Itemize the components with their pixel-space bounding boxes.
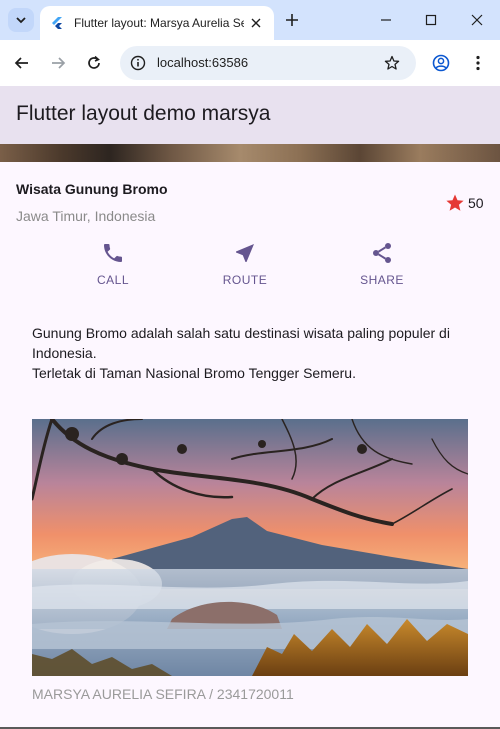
route-label: ROUTE [222, 273, 268, 287]
flutter-logo-icon [52, 17, 62, 29]
maximize-icon [425, 14, 437, 26]
bookmark-button[interactable] [382, 53, 402, 73]
more-vert-icon [476, 55, 480, 71]
address-bar[interactable]: localhost:63586 [120, 46, 416, 80]
reload-button[interactable] [84, 53, 104, 73]
profile-button[interactable] [431, 53, 451, 73]
plus-icon [286, 14, 298, 26]
info-icon [130, 55, 146, 71]
tab-close-button[interactable] [248, 15, 264, 31]
browser-tab[interactable]: Flutter layout: Marsya Aurelia Sefira [40, 6, 274, 40]
star-icon [446, 194, 464, 211]
call-button[interactable]: CALL [73, 241, 153, 287]
page-title: Flutter layout demo marsya [16, 102, 271, 125]
place-title: Wisata Gunung Bromo [16, 181, 168, 197]
chevron-down-icon [16, 17, 26, 24]
mountain-landscape-image [32, 419, 468, 676]
minimize-button[interactable] [376, 10, 396, 30]
call-label: CALL [96, 273, 130, 287]
browser-tab-bar: Flutter layout: Marsya Aurelia Sefira [0, 0, 500, 40]
minimize-icon [381, 19, 391, 21]
rating-count: 50 [468, 195, 484, 211]
caption: MARSYA AURELIA SEFIRA / 2341720011 [32, 686, 294, 702]
menu-button[interactable] [468, 53, 488, 73]
share-label: SHARE [360, 273, 404, 287]
account-icon [432, 54, 450, 72]
back-button[interactable] [12, 53, 32, 73]
reload-icon [88, 55, 100, 69]
phone-icon [104, 244, 122, 262]
tab-title: Flutter layout: Marsya Aurelia Sefira [74, 16, 244, 30]
place-location: Jawa Timur, Indonesia [16, 208, 156, 224]
arrow-right-icon [52, 57, 66, 69]
maximize-button[interactable] [421, 10, 441, 30]
arrow-left-icon [14, 57, 28, 69]
description-line-2: Terletak di Taman Nasional Bromo Tengger… [32, 365, 356, 381]
bromo-photo [32, 419, 468, 676]
route-button[interactable]: ROUTE [205, 241, 285, 287]
rating: 50 [445, 193, 484, 213]
navigation-icon [236, 244, 254, 262]
share-icon [373, 243, 391, 263]
share-button[interactable]: SHARE [342, 241, 422, 287]
url-text: localhost:63586 [157, 55, 249, 70]
app-bar: Flutter layout demo marsya [0, 86, 500, 144]
forward-button[interactable] [48, 53, 68, 73]
site-info-button[interactable] [128, 53, 148, 73]
description-text: Gunung Bromo adalah salah satu destinasi… [32, 323, 472, 383]
window-close-button[interactable] [467, 10, 487, 30]
header-image [0, 144, 500, 162]
star-outline-icon [384, 55, 400, 70]
close-icon [471, 14, 483, 26]
new-tab-button[interactable] [282, 10, 302, 30]
browser-toolbar: localhost:63586 [0, 40, 500, 86]
description-line-1: Gunung Bromo adalah salah satu destinasi… [32, 325, 450, 361]
close-icon [251, 18, 261, 28]
tab-search-button[interactable] [8, 8, 34, 32]
